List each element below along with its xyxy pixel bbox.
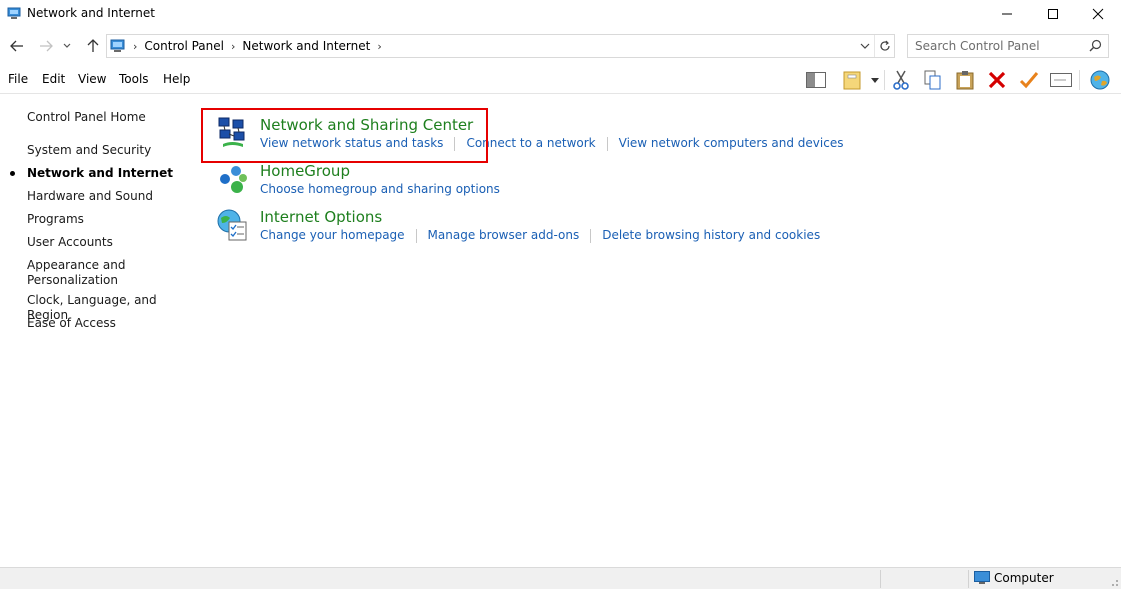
sidebar-item-programs[interactable]: Programs <box>27 212 192 227</box>
address-dropdown-button[interactable] <box>858 39 872 53</box>
status-bar: Computer <box>0 567 1121 589</box>
task-manage-addons[interactable]: Manage browser add-ons <box>428 228 580 243</box>
search-input[interactable] <box>915 36 1085 56</box>
folder-options-button[interactable] <box>840 68 864 92</box>
sidebar-item-network-and-internet[interactable]: Network and Internet <box>27 166 192 181</box>
cut-button[interactable] <box>889 68 913 92</box>
active-item-bullet <box>10 171 15 176</box>
maximize-icon <box>1048 9 1058 19</box>
menu-file[interactable]: File <box>8 72 28 86</box>
breadcrumb-chevron-icon[interactable]: › <box>377 40 381 53</box>
resize-grip-icon[interactable] <box>1109 577 1119 587</box>
task-links: Choose homegroup and sharing options <box>260 182 500 196</box>
menu-view[interactable]: View <box>78 72 106 86</box>
close-icon <box>1092 8 1104 20</box>
rename-icon <box>1050 73 1072 87</box>
sidebar: Control Panel Home System and Security N… <box>0 95 195 565</box>
up-arrow-icon <box>87 39 99 52</box>
homegroup-icon <box>220 166 247 193</box>
layout-pane-button[interactable] <box>804 68 828 92</box>
paste-button[interactable] <box>953 68 977 92</box>
breadcrumb-chevron-icon[interactable]: › <box>133 40 137 53</box>
task-links: Change your homepage Manage browser add-… <box>260 228 820 243</box>
close-button[interactable] <box>1075 0 1121 28</box>
menu-help[interactable]: Help <box>163 72 190 86</box>
task-delete-browsing-history[interactable]: Delete browsing history and cookies <box>602 228 820 243</box>
delete-x-icon <box>988 71 1006 89</box>
search-box[interactable] <box>907 34 1109 58</box>
copy-button[interactable] <box>921 68 945 92</box>
task-choose-homegroup-options[interactable]: Choose homegroup and sharing options <box>260 182 500 196</box>
forward-arrow-icon <box>40 40 53 52</box>
refresh-icon <box>879 40 890 51</box>
breadcrumb-network-and-internet[interactable]: Network and Internet <box>242 39 370 53</box>
category-title-internet-options[interactable]: Internet Options <box>260 208 382 226</box>
sidebar-item-hardware-and-sound[interactable]: Hardware and Sound <box>27 189 192 204</box>
sidebar-item-appearance-and-personalization[interactable]: Appearance and Personalization <box>27 258 127 288</box>
category-title-homegroup[interactable]: HomeGroup <box>260 162 350 180</box>
copy-icon <box>924 70 941 90</box>
rename-button[interactable] <box>1049 68 1073 92</box>
delete-button[interactable] <box>985 68 1009 92</box>
folder-options-dropdown[interactable] <box>868 68 882 92</box>
menu-bar: File Edit View Tools Help <box>0 66 1121 94</box>
recent-locations-button[interactable] <box>60 35 74 57</box>
window-title: Network and Internet <box>27 6 155 20</box>
sidebar-item-ease-of-access[interactable]: Ease of Access <box>27 316 192 331</box>
preview-pane-icon <box>806 72 826 88</box>
menu-tools[interactable]: Tools <box>119 72 149 86</box>
control-panel-icon <box>7 7 21 19</box>
breadcrumb-chevron-icon[interactable]: › <box>231 40 235 53</box>
checkmark-icon <box>1019 72 1039 89</box>
search-icon[interactable] <box>1089 39 1102 52</box>
address-bar[interactable]: › Control Panel › Network and Internet › <box>106 34 895 58</box>
scissors-icon <box>893 70 909 90</box>
globe-icon <box>1090 70 1110 90</box>
sidebar-item-control-panel-home[interactable]: Control Panel Home <box>27 110 192 125</box>
up-button[interactable] <box>83 35 103 57</box>
back-arrow-icon <box>10 40 23 52</box>
menu-edit[interactable]: Edit <box>42 72 65 86</box>
internet-options-icon <box>217 209 247 241</box>
refresh-button[interactable] <box>874 35 894 57</box>
sidebar-item-user-accounts[interactable]: User Accounts <box>27 235 192 250</box>
minimize-button[interactable] <box>984 0 1030 28</box>
task-change-homepage[interactable]: Change your homepage <box>260 228 405 243</box>
breadcrumb-control-panel[interactable]: Control Panel <box>144 39 224 53</box>
sidebar-item-system-and-security[interactable]: System and Security <box>27 143 192 158</box>
caret-down-icon <box>871 77 879 83</box>
back-button[interactable] <box>7 35 27 57</box>
minimize-icon <box>1002 13 1012 15</box>
status-location: Computer <box>974 571 1054 585</box>
computer-icon <box>974 571 990 584</box>
status-location-label: Computer <box>994 571 1054 585</box>
forward-button[interactable] <box>36 35 56 57</box>
control-panel-icon <box>110 39 125 52</box>
task-view-network-computers[interactable]: View network computers and devices <box>619 136 844 151</box>
clipboard-icon <box>956 71 974 90</box>
title-bar: Network and Internet <box>0 0 1121 28</box>
navigation-bar: › Control Panel › Network and Internet › <box>0 32 1121 60</box>
properties-button[interactable] <box>1017 68 1041 92</box>
chevron-down-icon <box>860 43 870 49</box>
chevron-down-icon <box>63 43 71 48</box>
globe-button[interactable] <box>1088 68 1112 92</box>
maximize-button[interactable] <box>1030 0 1076 28</box>
folder-icon <box>843 71 861 90</box>
highlight-box <box>201 108 488 163</box>
